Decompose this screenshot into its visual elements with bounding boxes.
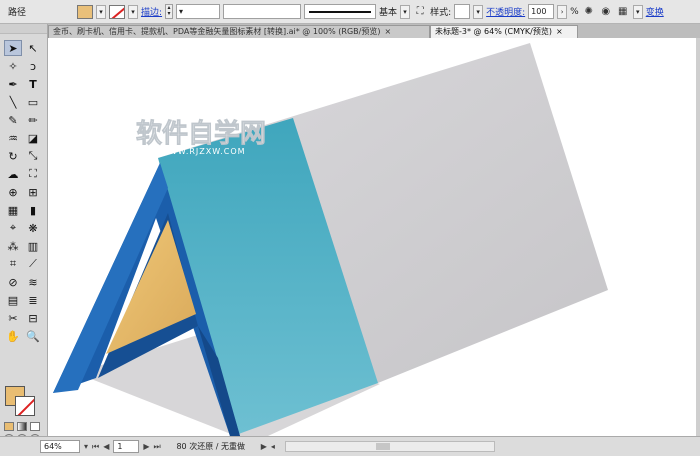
opacity-field[interactable]: 100 bbox=[528, 4, 555, 19]
scroll-thumb[interactable] bbox=[375, 443, 390, 450]
align-stroke-icon[interactable]: ⛶ bbox=[413, 5, 427, 19]
chevron-down-icon[interactable]: ▾ bbox=[96, 4, 106, 19]
free-transform-tool-icon[interactable]: ⛶ bbox=[24, 166, 42, 182]
chevron-down-icon[interactable]: ▾ bbox=[473, 4, 484, 19]
gradient-tool-icon[interactable]: ▮ bbox=[24, 202, 42, 218]
percent-label: % bbox=[570, 6, 579, 17]
status-bar: 64% ▾ ⏮ ◀ 1 ▶ ⏭ 80 次还原 / 无重做 ▶ ◂ bbox=[0, 436, 700, 456]
stroke-swatch-icon[interactable] bbox=[109, 4, 125, 19]
magic-wand-tool-icon[interactable]: ✧ bbox=[4, 58, 22, 74]
tab-label: 未标题-3* @ 64% (CMYK/预览) bbox=[435, 27, 552, 36]
toolbox-grip[interactable] bbox=[0, 24, 47, 34]
color-mode-icon[interactable] bbox=[4, 422, 14, 431]
stroke-label-link[interactable]: 描边: bbox=[141, 5, 162, 18]
style-label: 样式: bbox=[430, 8, 452, 18]
close-icon[interactable]: × bbox=[384, 27, 391, 36]
chevron-down-icon[interactable]: ▾ bbox=[400, 4, 411, 19]
stroke-weight-field[interactable]: ▾ bbox=[176, 4, 221, 19]
artboard-tool-icon[interactable]: ⌗ bbox=[4, 256, 22, 272]
scroll-left-icon[interactable]: ◂ bbox=[271, 442, 275, 451]
selection-tool-icon[interactable]: ➤ bbox=[4, 40, 22, 56]
hand-tool-icon[interactable]: ✋ bbox=[4, 328, 22, 344]
pencil-tool-icon[interactable]: ✏ bbox=[24, 112, 42, 128]
knife-tool-icon[interactable]: ⊘ bbox=[4, 274, 22, 290]
scale-tool-icon[interactable]: ⤡ bbox=[24, 148, 42, 164]
stroke-color-box[interactable] bbox=[15, 396, 35, 416]
vertical-scrollbar[interactable] bbox=[696, 38, 700, 436]
pen-tool-icon[interactable]: ✒ bbox=[4, 76, 22, 92]
fill-swatch-icon[interactable] bbox=[77, 4, 93, 19]
close-icon[interactable]: × bbox=[556, 27, 563, 36]
rotate-tool-icon[interactable]: ↻ bbox=[4, 148, 22, 164]
tab-document-1[interactable]: 金币、刷卡机、信用卡、提款机、PDA等金融矢量图标素材 [转换].ai* @ 1… bbox=[48, 25, 430, 38]
lasso-tool-icon[interactable]: ↄ bbox=[24, 58, 42, 74]
zoom-tool-icon[interactable]: 🔍 bbox=[24, 328, 42, 344]
chevron-right-icon[interactable]: › bbox=[557, 4, 568, 19]
canvas[interactable]: 软件自学网 WWW.RJZXW.COM bbox=[48, 38, 696, 436]
document-tabs: 金币、刷卡机、信用卡、提款机、PDA等金融矢量图标素材 [转换].ai* @ 1… bbox=[48, 24, 700, 38]
prev-artboard-icon[interactable]: ◀ bbox=[103, 442, 109, 451]
stroke-weight-stepper[interactable]: ▴ ▾ bbox=[165, 4, 174, 19]
symbol-sprayer-tool-icon[interactable]: ⁂ bbox=[4, 238, 22, 254]
artwork: 软件自学网 WWW.RJZXW.COM bbox=[53, 43, 608, 436]
chevron-down-icon[interactable]: ▾ bbox=[128, 4, 138, 19]
line-tool-icon[interactable]: ╲ bbox=[4, 94, 22, 110]
shape-builder-tool-icon[interactable]: ⊕ bbox=[4, 184, 22, 200]
next-artboard-icon[interactable]: ▶ bbox=[143, 442, 149, 451]
watermark-title: 软件自学网 bbox=[136, 118, 266, 149]
slice-tool-icon[interactable]: ⟋ bbox=[24, 256, 42, 272]
control-bar: 路径 ▾ ▾ 描边: ▴ ▾ ▾ 基本 ▾ ⛶ 样式: ▾ 不透明度: 100 ›… bbox=[0, 0, 700, 24]
opacity-label-link[interactable]: 不透明度: bbox=[486, 5, 525, 18]
status-text: 80 次还原 / 无重做 bbox=[176, 442, 245, 451]
align-tool-icon[interactable]: ⊟ bbox=[24, 310, 42, 326]
mesh-tool-icon[interactable]: ▦ bbox=[4, 202, 22, 218]
variable-width-field[interactable] bbox=[223, 4, 302, 19]
width-tool-icon[interactable]: ≋ bbox=[24, 274, 42, 290]
chevron-down-icon[interactable]: ▾ bbox=[632, 4, 643, 19]
tab-label: 金币、刷卡机、信用卡、提款机、PDA等金融矢量图标素材 [转换].ai* @ 1… bbox=[53, 27, 381, 36]
tab-document-2[interactable]: 未标题-3* @ 64% (CMYK/预览) × bbox=[430, 25, 578, 38]
direct-selection-tool-icon[interactable]: ↖ bbox=[24, 40, 42, 56]
horizontal-scrollbar[interactable] bbox=[284, 441, 495, 452]
column-bar-tool-icon[interactable]: ≣ bbox=[24, 292, 42, 308]
zoom-field[interactable]: 64% bbox=[40, 440, 80, 453]
artboard-number-field[interactable]: 1 bbox=[113, 440, 140, 453]
toolbox: ➤ ↖ ✧ ↄ ✒ T ╲ ▭ ✎ ✏ ♒ ◪ ↻ ⤡ ☁ ⛶ ⊕ ⊞ ▦ ▮ … bbox=[0, 24, 48, 446]
scissors-tool-icon[interactable]: ✂ bbox=[4, 310, 22, 326]
transform-link[interactable]: 变换 bbox=[646, 5, 664, 18]
graphic-style-field[interactable] bbox=[454, 4, 471, 19]
stroke-profile-label: 基本 bbox=[379, 8, 398, 18]
blob-brush-tool-icon[interactable]: ♒ bbox=[4, 130, 22, 146]
none-mode-icon[interactable] bbox=[30, 422, 40, 431]
last-artboard-icon[interactable]: ⏭ bbox=[154, 442, 161, 452]
watermark-url: WWW.RJZXW.COM bbox=[160, 147, 246, 156]
graph-tool-icon[interactable]: ▥ bbox=[24, 238, 42, 254]
object-type-label: 路径 bbox=[8, 8, 27, 18]
rectangle-tool-icon[interactable]: ▭ bbox=[24, 94, 42, 110]
isolate-icon[interactable]: ◉ bbox=[599, 5, 613, 19]
type-tool-icon[interactable]: T bbox=[24, 76, 42, 92]
gradient-mode-icon[interactable] bbox=[17, 422, 27, 431]
warp-tool-icon[interactable]: ☁ bbox=[4, 166, 22, 182]
eraser-tool-icon[interactable]: ◪ bbox=[24, 130, 42, 146]
blend-tool-icon[interactable]: ❋ bbox=[24, 220, 42, 236]
recolor-icon[interactable]: ✺ bbox=[582, 5, 596, 19]
eyedropper-tool-icon[interactable]: ⌖ bbox=[4, 220, 22, 236]
first-artboard-icon[interactable]: ⏮ bbox=[92, 442, 99, 452]
status-menu-icon[interactable]: ▶ bbox=[261, 442, 267, 451]
align-icon[interactable]: ▦ bbox=[616, 5, 630, 19]
paintbrush-tool-icon[interactable]: ✎ bbox=[4, 112, 22, 128]
column-graph-tool-icon[interactable]: ▤ bbox=[4, 292, 22, 308]
brush-definition-preview[interactable] bbox=[304, 4, 377, 19]
perspective-tool-icon[interactable]: ⊞ bbox=[24, 184, 42, 200]
chevron-down-icon[interactable]: ▾ bbox=[84, 442, 88, 451]
